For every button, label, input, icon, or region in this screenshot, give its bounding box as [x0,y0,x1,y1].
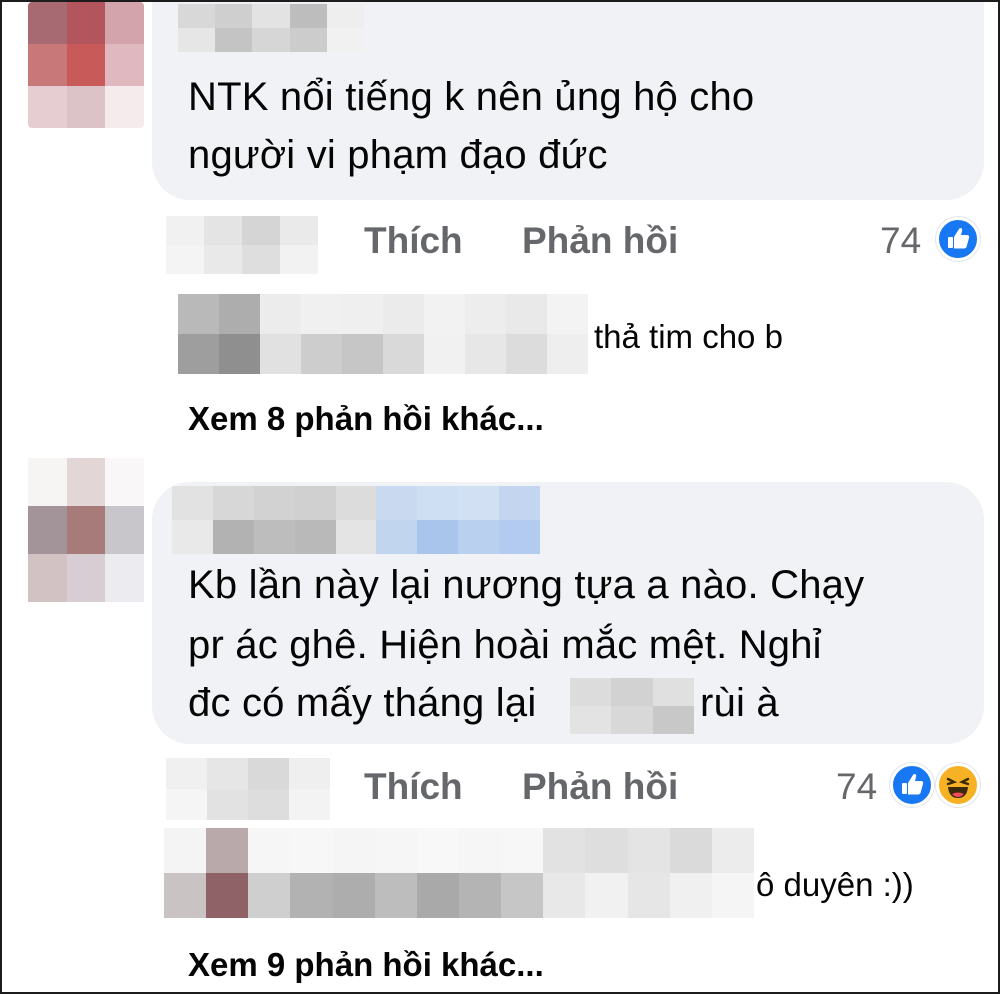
reply-button[interactable]: Phản hồi [522,766,678,808]
timestamp[interactable] [166,758,330,820]
like-button[interactable]: Thích [364,766,463,808]
reaction-count[interactable]: 74 [836,766,877,808]
comment-text-line: người vi phạm đạo đức [188,133,608,177]
comment-text-line: rùi à [700,681,779,725]
reaction-count[interactable]: 74 [880,220,921,262]
comment-text-line: NTK nổi tiếng k nên ủng hộ cho [188,75,755,119]
timestamp[interactable] [166,216,318,274]
reply-avatar-and-name[interactable] [178,294,588,374]
like-button[interactable]: Thích [364,220,463,262]
author-name[interactable] [172,486,540,554]
reply-button[interactable]: Phản hồi [522,220,678,262]
haha-icon [936,763,980,807]
comment-text-line: Kb lần này lại nương tựa a nào. Chạy [188,563,865,607]
screenshot-frame: NTK nổi tiếng k nên ủng hộ cho người vi … [0,0,1000,994]
comment-text-line: pr ác ghê. Hiện hoài mắc mệt. Nghỉ [188,623,822,667]
like-icon [936,217,980,261]
comment-text-line: đc có mấy tháng lại [188,681,537,725]
view-more-replies-link[interactable]: Xem 8 phản hồi khác... [188,400,544,438]
censored-word [570,678,694,734]
reply-preview-text[interactable]: thả tim cho b [594,318,783,356]
author-name[interactable] [178,4,364,52]
reply-preview-text[interactable]: ô duyên :)) [756,866,914,904]
view-more-replies-link[interactable]: Xem 9 phản hồi khác... [188,946,544,984]
reply-avatar-and-name[interactable] [164,828,754,918]
avatar[interactable] [28,458,144,602]
like-icon [890,763,934,807]
avatar[interactable] [28,2,144,128]
